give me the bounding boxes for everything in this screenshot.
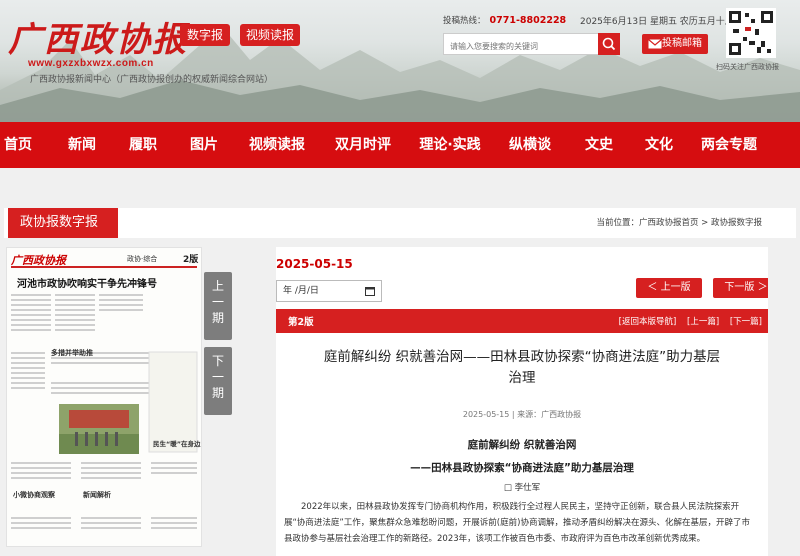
hotline: 投稿热线： 0771-8802228 — [443, 14, 566, 26]
paper-subhead-2: 民生“暖”在身边 — [153, 440, 201, 448]
main-nav: 首页 新闻 履职 图片 视频读报 双月时评 理论·实践 纵横谈 文史 文化 两会… — [0, 122, 800, 168]
section-title: 政协报数字报 — [8, 208, 118, 238]
mail-icon — [648, 39, 662, 49]
article-title: 庭前解纠纷 织就善治网——田林县政协探索“协商进法庭”助力基层 治理 — [276, 347, 768, 389]
next-article-link[interactable]: [下一篇] — [730, 317, 762, 327]
nav-forum[interactable]: 纵横谈 — [507, 122, 553, 168]
page-bar: 第2版 [返回本版导航] [上一篇] [下一篇] — [276, 309, 768, 333]
next-issue-button[interactable]: 下 一 期 — [204, 347, 232, 415]
nav-photos[interactable]: 图片 — [188, 122, 220, 168]
page-links: [返回本版导航] [上一篇] [下一篇] — [611, 315, 762, 327]
article-title-line-2: 治理 — [508, 370, 536, 386]
nav-culture[interactable]: 文化 — [643, 122, 675, 168]
search-icon — [602, 37, 616, 51]
hotline-number: 0771-8802228 — [489, 15, 567, 26]
prev-char-2: 一 — [211, 295, 224, 309]
nav-video[interactable]: 视频读报 — [247, 122, 307, 168]
next-char-3: 期 — [211, 386, 224, 400]
date-picker-value: 年 /月/日 — [283, 286, 319, 296]
article-meta: 2025-05-15 | 来源：广西政协报 — [462, 410, 582, 419]
next-version-button[interactable]: 下一版 ＞ — [713, 278, 768, 298]
article-subheading: ——田林县政协探索“协商进法庭”助力基层治理 — [410, 462, 634, 474]
nav-news[interactable]: 新闻 — [66, 122, 98, 168]
submission-email-button[interactable]: 投稿邮箱 — [642, 34, 708, 54]
nav-theory[interactable]: 理论·实践 — [415, 122, 485, 168]
search-button[interactable] — [598, 33, 620, 55]
qr-code-icon — [729, 11, 773, 55]
section-bar: 政协报数字报 当前位置：广西政协报首页 > 政协报数字报 — [4, 208, 796, 238]
video-paper-button[interactable]: 视频读报 — [240, 24, 300, 46]
paper-rule — [11, 266, 197, 268]
previous-issue-button[interactable]: 上 一 期 — [204, 272, 232, 340]
issue-date: 2025-05-15 — [276, 257, 353, 271]
paper-columns — [11, 294, 198, 529]
date-picker[interactable]: 年 /月/日 — [276, 280, 382, 302]
article-panel: 2025-05-15 年 /月/日 ＜ 上一版 下一版 ＞ 第2版 [返回本版导… — [276, 247, 768, 556]
qr-caption: 扫码关注广西政协报 — [716, 63, 779, 71]
next-char-1: 下 — [211, 354, 224, 368]
digital-paper-button[interactable]: 数字报 — [180, 24, 230, 46]
calendar-icon[interactable] — [365, 286, 375, 296]
paper-page-no: 2版 — [183, 255, 199, 265]
article-body: 2022年以来，田林县政协发挥专门协商机构作用，积极践行全过程人民民主，坚持守正… — [284, 502, 750, 544]
nav-home[interactable]: 首页 — [0, 122, 36, 168]
page-label: 第2版 — [288, 317, 314, 328]
article-heading: 庭前解纠纷 织就善治网 — [467, 439, 577, 451]
current-date: 2025年6月13日 星期五 农历五月十八 — [580, 17, 734, 27]
site-url: www.gxzxbxwzx.com.cn — [28, 58, 154, 69]
paper-page-tag: 政协·综合 — [127, 255, 158, 263]
previous-article-link[interactable]: [上一篇] — [687, 317, 719, 327]
previous-version-button[interactable]: ＜ 上一版 — [636, 278, 702, 298]
paper-subhead-4: 新闻解析 — [83, 491, 111, 499]
article-title-line-1: 庭前解纠纷 织就善治网——田林县政协探索“协商进法庭”助力基层 — [323, 349, 721, 365]
back-to-nav-link[interactable]: [返回本版导航] — [619, 317, 677, 327]
site-header: 广西政协报 www.gxzxbxwzx.com.cn 广西政协报新闻中心（广西政… — [0, 0, 800, 122]
prev-char-1: 上 — [211, 279, 224, 293]
hotline-label: 投稿热线： — [443, 16, 486, 26]
paper-headline: 河池市政协吹响实干争先冲锋号 — [17, 279, 157, 290]
site-logo[interactable]: 广西政协报 — [8, 12, 188, 61]
site-subtitle: 广西政协报新闻中心（广西政协报创办的权威新闻综合网站） — [30, 75, 274, 85]
nav-two-sessions[interactable]: 两会专题 — [699, 122, 759, 168]
breadcrumb[interactable]: 当前位置：广西政协报首页 > 政协报数字报 — [596, 216, 762, 228]
qr-code — [726, 8, 776, 58]
prev-char-3: 期 — [211, 311, 224, 325]
paper-subhead-1: 多措并举助推 — [51, 349, 93, 357]
next-char-2: 一 — [211, 370, 224, 384]
nav-duty[interactable]: 履职 — [127, 122, 159, 168]
submission-email-label: 投稿邮箱 — [662, 38, 702, 49]
paper-subhead-3: 小微协商观察 — [13, 491, 55, 499]
article-author: □ 李仕军 — [503, 483, 541, 493]
nav-commentary[interactable]: 双月时评 — [333, 122, 393, 168]
search-box — [443, 33, 620, 57]
search-input[interactable] — [444, 36, 594, 57]
newspaper-page-image[interactable]: 广西政协报 政协·综合 2版 河池市政协吹响实干争先冲锋号 多措并举助推 民生“… — [6, 247, 202, 547]
nav-history[interactable]: 文史 — [583, 122, 615, 168]
